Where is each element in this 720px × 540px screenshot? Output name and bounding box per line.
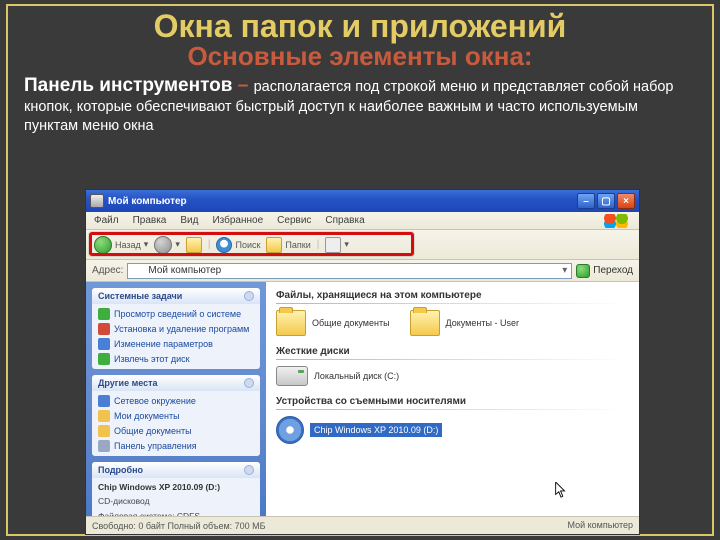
documents-icon [98,410,110,422]
folder-icon [410,310,440,336]
task-item[interactable]: Изменение параметров [98,338,254,350]
eject-icon [98,353,110,365]
views-button[interactable]: ▾ [325,237,349,253]
folders-icon [266,237,282,253]
settings-icon [98,338,110,350]
cd-item[interactable]: Chip Windows XP 2010.09 (D:) [276,416,442,444]
folder-item[interactable]: Общие документы [276,310,390,336]
chevron-icon[interactable] [244,465,254,475]
window-title: Мой компьютер [108,196,187,207]
menu-edit[interactable]: Правка [133,215,167,226]
info-icon [98,308,110,320]
mouse-cursor-icon [555,482,567,498]
maximize-button[interactable]: ▢ [597,193,615,209]
address-input[interactable]: Мой компьютер ▾ [127,263,572,279]
folder-icon [276,310,306,336]
forward-button[interactable]: ▾ [154,236,180,254]
address-label: Адрес: [92,265,123,276]
menu-bar: Файл Правка Вид Избранное Сервис Справка [86,212,639,230]
window-controls: – ▢ × [577,193,635,209]
windows-logo-icon [601,214,631,228]
slide-frame: Окна папок и приложений Основные элемент… [6,4,714,536]
toolbar: Назад ▾ ▾ | Поиск Папки | ▾ [86,230,639,260]
details-line: Файловая система: CDFS [98,511,254,516]
place-item[interactable]: Панель управления [98,440,254,452]
menu-file[interactable]: Файл [94,215,119,226]
cd-icon [276,416,304,444]
system-tasks-panel: Системные задачи Просмотр сведений о сис… [92,288,260,369]
slide-subtitle: Основные элементы окна: [8,41,712,72]
address-bar: Адрес: Мой компьютер ▾ Переход [86,260,639,282]
search-button[interactable]: Поиск [216,237,260,253]
drive-item[interactable]: Локальный диск (C:) [276,366,399,386]
address-value: Мой компьютер [148,265,221,276]
menu-help[interactable]: Справка [325,215,364,226]
computer-icon [132,265,144,277]
chevron-icon[interactable] [244,291,254,301]
section-header: Устройства со съемными носителями [276,396,629,407]
desc-dash: – [232,75,253,96]
selected-label: Chip Windows XP 2010.09 (D:) [310,423,442,437]
views-icon [325,237,341,253]
search-icon [216,237,232,253]
status-right: Мой компьютер [553,520,633,531]
go-icon [576,264,590,278]
control-panel-icon [98,440,110,452]
shared-icon [98,425,110,437]
programs-icon [98,323,110,335]
window-titlebar: Мой компьютер – ▢ × [86,190,639,212]
task-item[interactable]: Просмотр сведений о системе [98,308,254,320]
up-button[interactable] [186,237,202,253]
section-header: Жесткие диски [276,346,629,357]
details-panel: Подробно Chip Windows XP 2010.09 (D:) CD… [92,462,260,516]
panel-header: Другие места [98,378,158,388]
chevron-icon[interactable] [244,378,254,388]
drive-icon [276,366,308,386]
screenshot-window: Мой компьютер – ▢ × Файл Правка Вид Избр… [85,189,640,535]
folders-button[interactable]: Папки [266,237,310,253]
panel-header: Подробно [98,465,143,475]
content-area: Системные задачи Просмотр сведений о сис… [86,282,639,516]
menu-view[interactable]: Вид [180,215,198,226]
task-item[interactable]: Установка и удаление программ [98,323,254,335]
status-bar: Свободно: 0 байт Полный объем: 700 МБ Мо… [86,516,639,534]
place-item[interactable]: Общие документы [98,425,254,437]
section-header: Файлы, хранящиеся на этом компьютере [276,290,629,301]
place-item[interactable]: Мои документы [98,410,254,422]
panel-header: Системные задачи [98,291,182,301]
folder-item[interactable]: Документы - User [410,310,519,336]
slide-description: Панель инструментов – располагается под … [8,72,712,135]
computer-icon [90,194,104,208]
menu-favorites[interactable]: Избранное [212,215,263,226]
task-item[interactable]: Извлечь этот диск [98,353,254,365]
network-icon [98,395,110,407]
details-line: CD-дисковод [98,496,254,507]
back-arrow-icon [94,236,112,254]
menu-tools[interactable]: Сервис [277,215,311,226]
computer-icon [553,520,564,531]
side-panel: Системные задачи Просмотр сведений о сис… [86,282,266,516]
details-line: Chip Windows XP 2010.09 (D:) [98,482,254,493]
desc-lead: Панель инструментов [24,75,232,96]
forward-arrow-icon [154,236,172,254]
close-button[interactable]: × [617,193,635,209]
status-left: Свободно: 0 байт Полный объем: 700 МБ [92,521,266,531]
other-places-panel: Другие места Сетевое окружение Мои докум… [92,375,260,456]
back-button[interactable]: Назад ▾ [94,236,148,254]
go-button[interactable]: Переход [576,264,633,278]
main-area: Файлы, хранящиеся на этом компьютере Общ… [266,282,639,516]
minimize-button[interactable]: – [577,193,595,209]
place-item[interactable]: Сетевое окружение [98,395,254,407]
slide-title: Окна папок и приложений [8,8,712,45]
up-folder-icon [186,237,202,253]
